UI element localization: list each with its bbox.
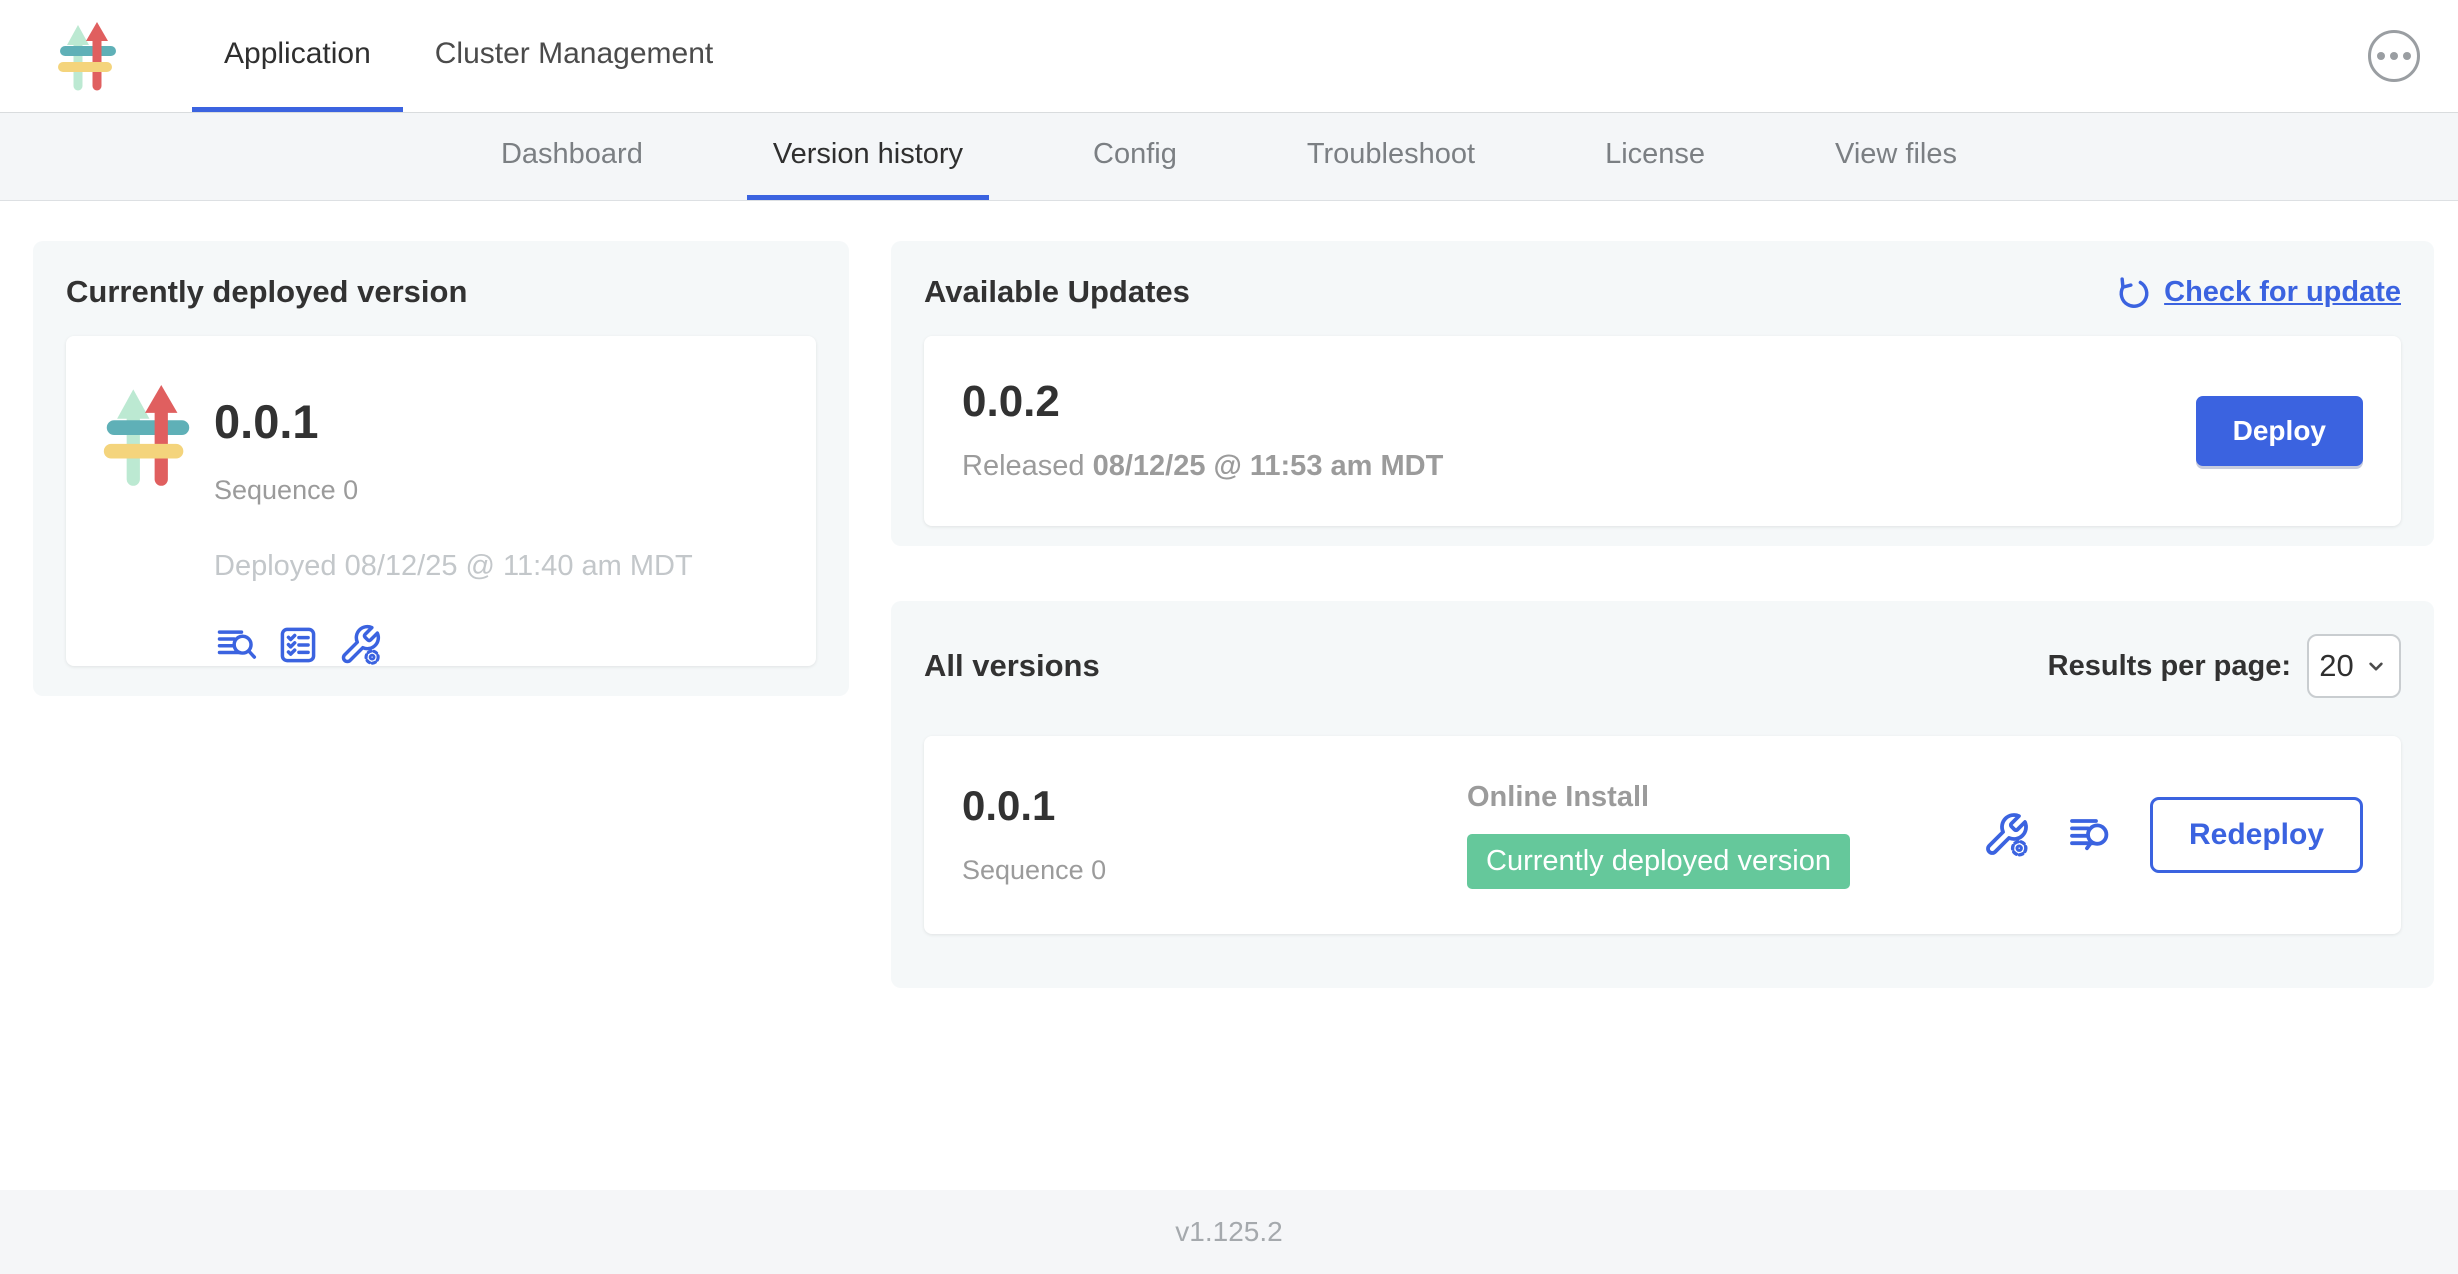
ellipsis-menu-icon[interactable]	[2368, 30, 2420, 82]
subnav-troubleshoot[interactable]: Troubleshoot	[1281, 113, 1501, 200]
currently-deployed-badge: Currently deployed version	[1467, 834, 1850, 889]
install-type-label: Online Install	[1467, 781, 1850, 814]
currently-deployed-panel: Currently deployed version 0.0	[33, 241, 849, 696]
app-sub-nav: Dashboard Version history Config Trouble…	[0, 113, 2458, 201]
config-icon[interactable]	[338, 623, 382, 667]
deployed-version-card: 0.0.1 Sequence 0 Deployed 08/12/25 @ 11:…	[66, 336, 816, 666]
available-updates-title: Available Updates	[924, 274, 1190, 310]
deployed-timestamp: Deployed 08/12/25 @ 11:40 am MDT	[214, 550, 693, 583]
row-version-number: 0.0.1	[962, 785, 1467, 827]
check-for-update-link[interactable]: Check for update	[2116, 274, 2401, 310]
deployed-version-actions	[214, 623, 693, 667]
deployed-version-number: 0.0.1	[214, 398, 693, 445]
subnav-dashboard[interactable]: Dashboard	[475, 113, 669, 200]
available-updates-header: Available Updates Check for update	[924, 274, 2401, 310]
all-versions-title: All versions	[924, 648, 1100, 684]
row-sequence: Sequence 0	[962, 855, 1467, 886]
available-updates-panel: Available Updates Check for update 0.0.2	[891, 241, 2434, 546]
update-released-timestamp: Released 08/12/25 @ 11:53 am MDT	[962, 450, 1443, 483]
main-content: Currently deployed version 0.0	[0, 201, 2458, 1190]
version-row-actions: Redeploy	[1982, 797, 2363, 873]
right-column: Available Updates Check for update 0.0.2	[891, 241, 2434, 1190]
results-per-page-select[interactable]: 20	[2307, 634, 2401, 698]
admin-console-page: Application Cluster Management Dashboard…	[0, 0, 2458, 1274]
top-nav: Application Cluster Management	[0, 0, 2458, 113]
subnav-version-history[interactable]: Version history	[747, 113, 989, 200]
subnav-view-files[interactable]: View files	[1809, 113, 1983, 200]
subnav-license[interactable]: License	[1579, 113, 1731, 200]
deploy-button[interactable]: Deploy	[2196, 396, 2363, 466]
all-versions-panel: All versions Results per page: 20 0.0	[891, 601, 2434, 988]
console-version: v1.125.2	[1175, 1216, 1282, 1248]
update-info: 0.0.2 Released 08/12/25 @ 11:53 am MDT	[962, 380, 1443, 483]
release-notes-icon[interactable]	[2066, 811, 2114, 859]
preflight-checks-icon[interactable]	[276, 623, 320, 667]
version-row-status: Online Install Currently deployed versio…	[1467, 781, 1850, 889]
update-version-number: 0.0.2	[962, 380, 1443, 424]
deployed-sequence: Sequence 0	[214, 475, 693, 506]
version-row: 0.0.1 Sequence 0 Online Install Currentl…	[924, 736, 2401, 934]
release-notes-icon[interactable]	[214, 623, 258, 667]
results-per-page: Results per page: 20	[2048, 634, 2401, 698]
subnav-config[interactable]: Config	[1067, 113, 1203, 200]
chevron-down-icon	[2363, 653, 2389, 679]
console-footer: v1.125.2	[0, 1190, 2458, 1274]
results-per-page-label: Results per page:	[2048, 650, 2291, 683]
all-versions-header: All versions Results per page: 20	[924, 634, 2401, 698]
redeploy-button[interactable]: Redeploy	[2150, 797, 2363, 873]
refresh-icon	[2116, 274, 2152, 310]
app-logo-icon	[100, 382, 196, 488]
app-logo-icon	[56, 20, 120, 92]
tab-cluster-management[interactable]: Cluster Management	[403, 0, 745, 112]
tab-application[interactable]: Application	[192, 0, 403, 112]
config-icon[interactable]	[1982, 811, 2030, 859]
version-row-info: 0.0.1 Sequence 0	[962, 785, 1467, 886]
deployed-version-info: 0.0.1 Sequence 0 Deployed 08/12/25 @ 11:…	[214, 364, 693, 632]
currently-deployed-column: Currently deployed version 0.0	[33, 241, 849, 1190]
currently-deployed-title: Currently deployed version	[66, 274, 816, 310]
update-card: 0.0.2 Released 08/12/25 @ 11:53 am MDT D…	[924, 336, 2401, 526]
